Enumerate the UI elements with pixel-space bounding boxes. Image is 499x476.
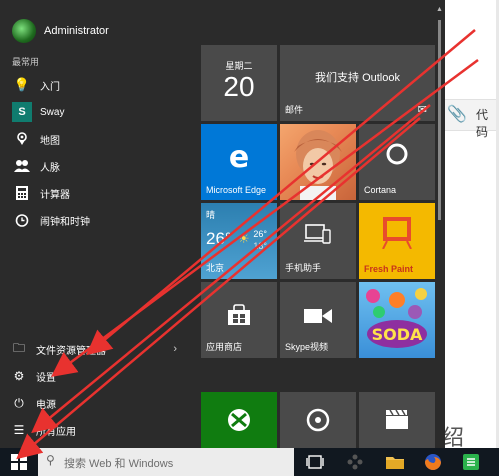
start-menu: Administrator 最常用 💡 入门 S Sway 地图 人脉 计算器 …: [0, 0, 445, 448]
app-item-calculator[interactable]: 计算器: [0, 180, 195, 206]
avatar: [12, 19, 36, 43]
photos-tile[interactable]: [280, 124, 356, 200]
task-view-icon[interactable]: [300, 448, 330, 476]
gear-icon: ⚙: [13, 369, 25, 383]
shopping-bag-icon: [228, 304, 250, 325]
most-used-heading: 最常用: [12, 57, 40, 67]
app-item-sway[interactable]: S Sway: [0, 99, 195, 125]
app-label: 计算器: [40, 189, 70, 201]
file-explorer-label: 文件资源管理器: [36, 345, 106, 357]
fresh-paint-tile[interactable]: Fresh Paint: [359, 203, 435, 279]
search-box[interactable]: ⚲ 搜索 Web 和 Windows: [38, 448, 294, 476]
app-label: 地图: [40, 135, 60, 147]
mail-label: 邮件: [285, 105, 304, 115]
candy-crush-tile[interactable]: SODA: [359, 282, 435, 358]
all-apps-label: 所有应用: [36, 426, 76, 438]
phone-assistant-label: 手机助手: [285, 263, 322, 273]
groove-disc-icon: [306, 408, 330, 432]
edge-label: Microsoft Edge: [206, 185, 267, 195]
app-item-get-started[interactable]: 💡 入门: [0, 72, 195, 98]
user-name: Administrator: [44, 25, 109, 37]
settings-label: 设置: [36, 372, 56, 384]
xbox-icon: [228, 409, 250, 431]
app-item-alarms[interactable]: 闹钟和时钟: [0, 207, 195, 233]
user-account[interactable]: Administrator: [12, 18, 109, 44]
weather-high: 26°: [253, 229, 267, 239]
skype-tile[interactable]: Skype视频: [280, 282, 356, 358]
mail-headline: 我们支持 Outlook: [315, 72, 400, 84]
weather-condition: 晴: [206, 210, 216, 220]
sway-icon: S: [12, 102, 32, 122]
scroll-up-icon[interactable]: ▲: [436, 6, 443, 13]
start-menu-left-pane: Administrator 最常用 💡 入门 S Sway 地图 人脉 计算器 …: [0, 0, 195, 448]
windows-logo-icon: [11, 454, 27, 470]
alarm-icon: [12, 210, 32, 230]
easel-icon: [382, 217, 412, 249]
taskbar: ⚲ 搜索 Web 和 Windows: [0, 448, 499, 476]
app-label: Sway: [40, 106, 65, 118]
sun-icon: ☀: [238, 231, 250, 246]
candy-crush-art: SODA: [366, 288, 427, 348]
edge-tile[interactable]: e Microsoft Edge: [201, 124, 277, 200]
folder-icon: 🗀: [12, 340, 25, 355]
app-item-people[interactable]: 人脉: [0, 153, 195, 179]
video-camera-icon: [304, 309, 332, 323]
cortana-tile[interactable]: Cortana: [359, 124, 435, 200]
weather-low: 18°: [253, 241, 267, 251]
start-menu-scrollbar[interactable]: ▲: [436, 6, 443, 446]
chevron-right-icon[interactable]: ›: [173, 343, 177, 355]
xbox-tile[interactable]: [201, 392, 277, 448]
calendar-day: 20: [223, 71, 255, 102]
movies-tv-tile[interactable]: [359, 392, 435, 448]
phone-assistant-tile[interactable]: 手机助手: [280, 203, 356, 279]
start-button[interactable]: [0, 448, 38, 476]
cortana-icon: [386, 143, 408, 165]
map-icon: [12, 129, 32, 149]
file-explorer-taskbar-icon[interactable]: [380, 448, 410, 476]
app-label: 人脉: [40, 162, 60, 174]
pinned-app-icon[interactable]: [340, 448, 370, 476]
app-label: 入门: [40, 81, 60, 93]
calendar-tile[interactable]: 星期二 20: [201, 45, 277, 121]
power-icon: ⏻: [14, 395, 24, 410]
all-apps-icon: ☰: [13, 423, 25, 437]
search-icon: ⚲: [46, 453, 55, 467]
lightbulb-icon: 💡: [13, 77, 31, 92]
cortana-label: Cortana: [364, 185, 397, 195]
groove-music-tile[interactable]: [280, 392, 356, 448]
weather-tile[interactable]: 晴 26° ☀ 26° 18° 北京: [201, 203, 277, 279]
clapperboard-icon: [386, 409, 408, 429]
power-item[interactable]: ⏻ 电源: [0, 392, 195, 414]
weather-temp: 26°: [206, 229, 232, 248]
power-label: 电源: [36, 399, 56, 411]
photo-portrait-icon: [294, 130, 342, 200]
app-item-maps[interactable]: 地图: [0, 126, 195, 152]
skype-label: Skype视频: [285, 342, 329, 352]
mail-tile[interactable]: 我们支持 Outlook 邮件 ✉: [280, 45, 435, 121]
scrollbar-thumb[interactable]: [438, 20, 441, 220]
app-label: 闹钟和时钟: [40, 216, 90, 228]
green-app-icon[interactable]: [456, 448, 486, 476]
envelope-icon: ✉: [417, 104, 427, 116]
firefox-icon[interactable]: [418, 448, 448, 476]
settings-item[interactable]: ⚙ 设置: [0, 365, 195, 387]
weather-city: 北京: [206, 263, 225, 273]
calculator-icon: [12, 183, 32, 203]
candy-soda-text: SODA: [372, 325, 423, 344]
paperclip-icon[interactable]: 📎: [447, 104, 467, 124]
search-placeholder: 搜索 Web 和 Windows: [64, 458, 174, 470]
file-explorer-item[interactable]: 🗀 文件资源管理器 ›: [0, 338, 195, 360]
fresh-paint-label: Fresh Paint: [364, 264, 414, 274]
store-tile[interactable]: 应用商店: [201, 282, 277, 358]
phone-laptop-icon: [304, 224, 331, 244]
store-label: 应用商店: [206, 342, 243, 352]
people-icon: [12, 156, 32, 176]
edge-icon: e: [228, 140, 250, 175]
all-apps-item[interactable]: ☰ 所有应用: [0, 419, 195, 441]
